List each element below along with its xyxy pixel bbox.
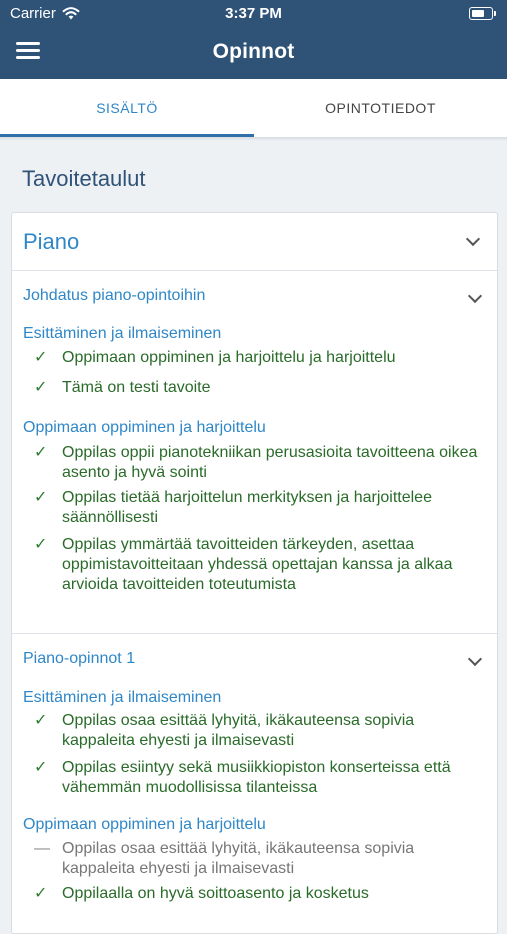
tab-opintotiedot[interactable]: OPINTOTIEDOT <box>254 79 507 137</box>
category-title: Oppimaan oppiminen ja harjoittelu <box>23 419 266 436</box>
battery-icon <box>469 7 496 20</box>
check-icon: ✓ <box>34 444 48 461</box>
check-icon: ✓ <box>34 712 48 729</box>
chevron-down-icon[interactable] <box>467 651 483 667</box>
section-title: Tavoitetaulut <box>22 166 146 191</box>
check-icon: ✓ <box>34 885 48 902</box>
check-icon: ✓ <box>34 536 48 553</box>
category-title: Esittäminen ja ilmaiseminen <box>23 325 222 342</box>
group-divider <box>12 633 497 634</box>
check-icon: ✓ <box>34 759 48 776</box>
tab-shadow <box>0 137 507 141</box>
check-icon: ✓ <box>34 349 48 366</box>
dash-icon: — <box>34 840 50 857</box>
status-time: 3:37 PM <box>225 5 282 22</box>
category-title: Esittäminen ja ilmaiseminen <box>23 689 222 706</box>
chevron-down-icon[interactable] <box>465 231 481 247</box>
nav-title: Opinnot <box>212 40 295 63</box>
category-title: Oppimaan oppiminen ja harjoittelu <box>23 816 266 833</box>
goal-card: Piano Johdatus piano-opintoihin Esittämi… <box>11 212 498 934</box>
card-header[interactable]: Piano <box>12 213 497 271</box>
chevron-down-icon[interactable] <box>467 288 483 304</box>
app-header: Carrier 3:37 PM Opinnot <box>0 0 507 79</box>
group-title[interactable]: Piano-opinnot 1 <box>23 650 135 668</box>
check-icon: ✓ <box>34 379 48 396</box>
check-icon: ✓ <box>34 489 48 506</box>
status-bar: Carrier 3:37 PM <box>0 0 507 28</box>
tab-sisalto[interactable]: SISÄLTÖ <box>0 79 254 137</box>
tab-bar: SISÄLTÖ OPINTOTIEDOT <box>0 79 507 137</box>
group-title[interactable]: Johdatus piano-opintoihin <box>23 287 205 305</box>
card-title: Piano <box>23 229 80 254</box>
